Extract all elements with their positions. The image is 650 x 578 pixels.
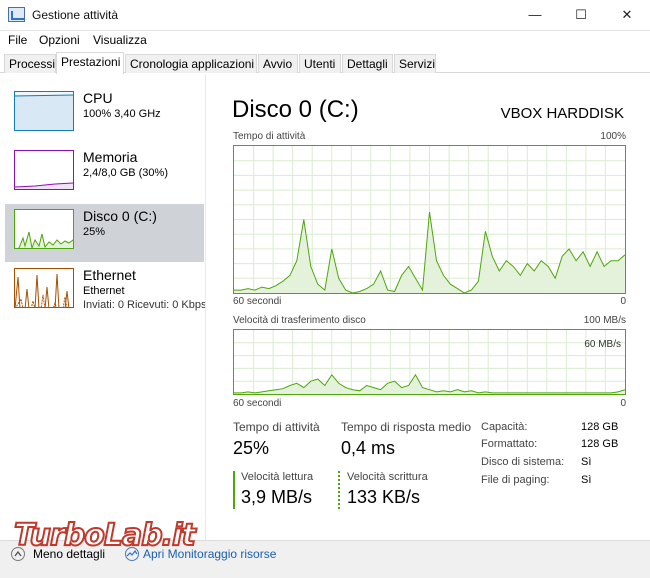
maximize-button[interactable]: ☐: [558, 0, 604, 31]
cpu-thumbnail-graph: [15, 94, 73, 130]
ethernet-throughput: Inviati: 0 Ricevuti: 0 Kbps: [83, 299, 206, 311]
activity-graph-label: Tempo di attività: [233, 131, 306, 142]
disk-details-panel: Disco 0 (C:) VBOX HARDDISK Tempo di atti…: [214, 74, 650, 540]
write-speed-label: Velocità scrittura: [347, 471, 428, 483]
sidebar-item-memory[interactable]: Memoria 2,4/8,0 GB (30%): [5, 145, 204, 203]
ethernet-title: Ethernet: [83, 267, 136, 283]
cpu-title: CPU: [83, 90, 113, 106]
paging-file-label: File di paging:: [481, 474, 550, 486]
performance-panel: CPU 100% 3,40 GHz Memoria 2,4/8,0 GB (30…: [0, 74, 650, 540]
read-speed-label: Velocità lettura: [241, 471, 314, 483]
sidebar-item-ethernet[interactable]: Ethernet Ethernet Inviati: 0 Ricevuti: 0…: [5, 263, 206, 321]
title-bar: Gestione attività — ☐ ✕: [0, 0, 650, 31]
disk-usage: 25%: [83, 226, 106, 238]
memory-usage: 2,4/8,0 GB (30%): [83, 167, 168, 179]
system-disk-value: Sì: [581, 456, 592, 468]
memory-title: Memoria: [83, 149, 138, 165]
sidebar-item-disk[interactable]: Disco 0 (C:) 25%: [5, 204, 204, 262]
activity-time-label: Tempo di attività: [233, 420, 320, 434]
activity-graph: [233, 145, 626, 294]
tab-details[interactable]: Dettagli: [342, 54, 393, 73]
transfer-graph-label: Velocità di trasferimento disco: [233, 315, 366, 326]
close-button[interactable]: ✕: [604, 0, 650, 31]
disk-heading: Disco 0 (C:): [232, 96, 359, 123]
tab-app-history[interactable]: Cronologia applicazioni: [125, 54, 257, 73]
activity-graph-max: 100%: [600, 131, 626, 142]
turbolab-watermark: TurboLab.it: [13, 517, 197, 554]
transfer-graph: 60 MB/s: [233, 329, 626, 395]
sidebar-item-cpu[interactable]: CPU 100% 3,40 GHz: [5, 86, 204, 144]
transfer-graph-svg: [234, 330, 626, 394]
activity-graph-svg: [234, 146, 626, 294]
ethernet-thumbnail-graph: [15, 273, 70, 307]
response-time-label: Tempo di risposta medio: [341, 420, 472, 434]
formatted-label: Formattato:: [481, 438, 538, 450]
write-speed-indicator: [338, 471, 340, 509]
disk-model: VBOX HARDDISK: [500, 105, 624, 122]
system-disk-label: Disco di sistema:: [481, 456, 565, 468]
tab-bar: Processi Prestazioni Cronologia applicaz…: [0, 52, 650, 74]
read-speed-value: 3,9 MB/s: [241, 487, 313, 507]
tab-users[interactable]: Utenti: [299, 54, 341, 73]
tab-services[interactable]: Servizi: [394, 54, 436, 73]
ethernet-adapter: Ethernet: [83, 285, 125, 297]
memory-thumbnail: [14, 150, 74, 190]
menu-file[interactable]: File: [8, 33, 27, 47]
response-time-value: 0,4 ms: [341, 438, 396, 458]
menu-options[interactable]: Opzioni: [39, 33, 80, 47]
capacity-value: 128 GB: [581, 421, 619, 433]
activity-graph-x-right: 0: [620, 296, 626, 307]
transfer-graph-x-right: 0: [620, 398, 626, 409]
cpu-usage: 100% 3,40 GHz: [83, 108, 161, 120]
activity-graph-x-left: 60 secondi: [233, 296, 282, 307]
disk-thumbnail: [14, 209, 74, 249]
paging-file-value: Sì: [581, 474, 592, 486]
menu-bar: File Opzioni Visualizza: [0, 31, 650, 51]
tab-processes[interactable]: Processi: [4, 54, 56, 73]
ethernet-thumbnail: [14, 268, 74, 308]
formatted-value: 128 GB: [581, 438, 619, 450]
disk-title: Disco 0 (C:): [83, 208, 157, 224]
menu-view[interactable]: Visualizza: [93, 33, 147, 47]
transfer-graph-x-left: 60 secondi: [233, 398, 282, 409]
disk-thumbnail-graph: [17, 231, 73, 248]
activity-time-value: 25%: [233, 438, 270, 458]
resource-sidebar: CPU 100% 3,40 GHz Memoria 2,4/8,0 GB (30…: [0, 74, 206, 540]
cpu-thumbnail: [14, 91, 74, 131]
window-title: Gestione attività: [32, 8, 119, 22]
task-manager-icon: [8, 7, 25, 22]
write-speed-value: 133 KB/s: [347, 487, 421, 507]
read-speed-indicator: [233, 471, 235, 509]
transfer-graph-inner-scale: 60 MB/s: [584, 339, 621, 350]
capacity-label: Capacità:: [481, 421, 528, 433]
memory-thumbnail-graph: [15, 182, 73, 189]
transfer-graph-max: 100 MB/s: [583, 315, 626, 326]
tab-performance[interactable]: Prestazioni: [56, 52, 124, 74]
tab-startup[interactable]: Avvio: [258, 54, 298, 73]
minimize-button[interactable]: —: [512, 0, 558, 31]
